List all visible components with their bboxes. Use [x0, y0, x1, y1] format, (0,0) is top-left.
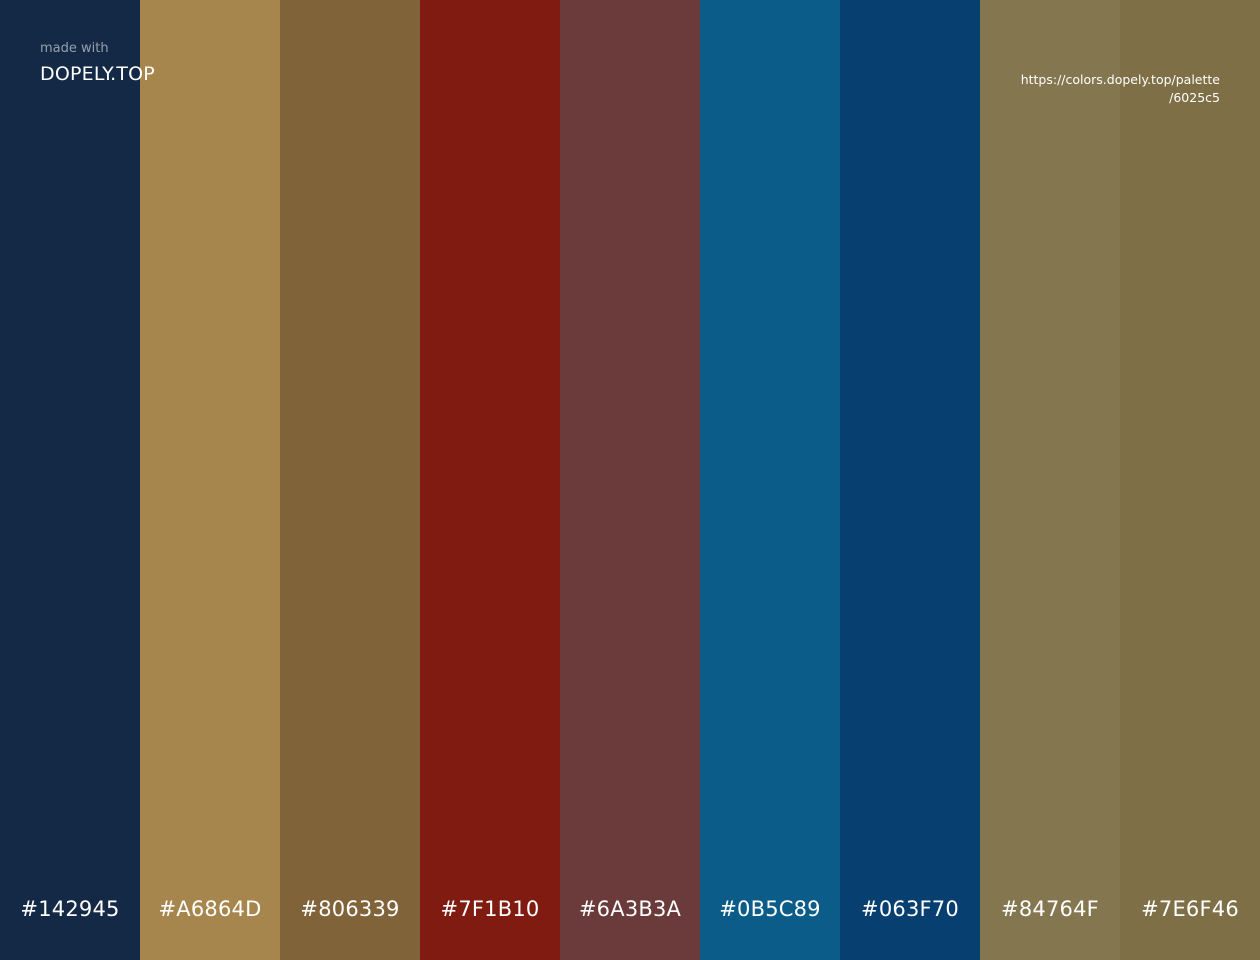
swatch-hex-label[interactable]: #063F70 — [840, 895, 980, 923]
swatch-2[interactable]: #A6864D — [140, 0, 280, 960]
brand-block: made with DOPELY.TOP — [40, 41, 155, 86]
color-palette: #142945 #A6864D #806339 #7F1B10 #6A3B3A … — [0, 0, 1260, 960]
swatch-3[interactable]: #806339 — [280, 0, 420, 960]
swatch-1[interactable]: #142945 — [0, 0, 140, 960]
swatch-hex-label[interactable]: #7E6F46 — [1120, 895, 1260, 923]
swatch-4[interactable]: #7F1B10 — [420, 0, 560, 960]
swatch-hex-label[interactable]: #84764F — [980, 895, 1120, 923]
swatch-7[interactable]: #063F70 — [840, 0, 980, 960]
swatch-5[interactable]: #6A3B3A — [560, 0, 700, 960]
swatch-hex-label[interactable]: #A6864D — [140, 895, 280, 923]
brand-logo-text[interactable]: DOPELY.TOP — [40, 62, 155, 86]
swatch-hex-label[interactable]: #6A3B3A — [560, 895, 700, 923]
brand-caption: made with — [40, 41, 109, 56]
swatch-hex-label[interactable]: #7F1B10 — [420, 895, 560, 923]
palette-url-link[interactable]: https://colors.dopely.top/palette /6025c… — [1021, 71, 1220, 107]
swatch-hex-label[interactable]: #806339 — [280, 895, 420, 923]
swatch-hex-label[interactable]: #142945 — [0, 895, 140, 923]
swatch-9[interactable]: #7E6F46 — [1120, 0, 1260, 960]
palette-url-line-1[interactable]: https://colors.dopely.top/palette — [1021, 71, 1220, 89]
palette-url-line-2[interactable]: /6025c5 — [1021, 89, 1220, 107]
swatch-8[interactable]: #84764F — [980, 0, 1120, 960]
swatch-6[interactable]: #0B5C89 — [700, 0, 840, 960]
swatch-hex-label[interactable]: #0B5C89 — [700, 895, 840, 923]
